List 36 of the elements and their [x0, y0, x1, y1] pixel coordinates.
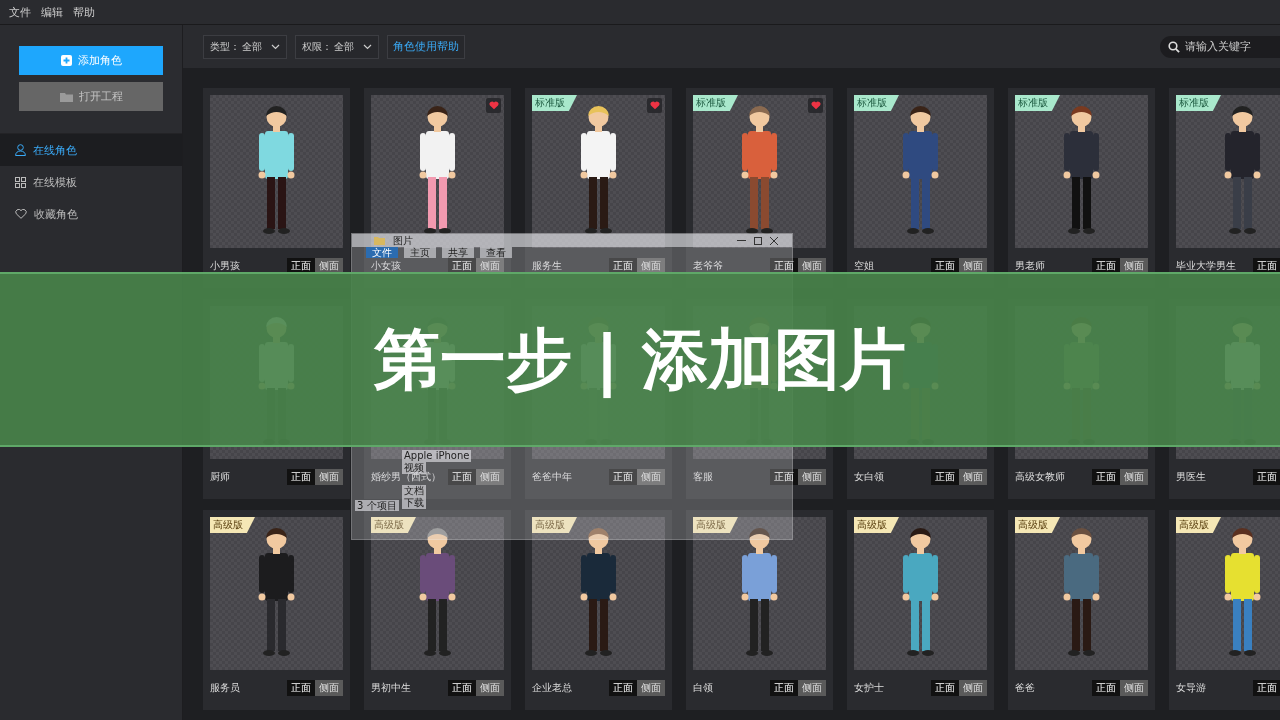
window-title: 图片: [393, 233, 413, 248]
edition-badge: 高级版: [210, 517, 255, 533]
character-name: 小男孩: [210, 259, 240, 273]
character-name: 爸爸: [1015, 681, 1035, 695]
edition-badge: 标准版: [854, 95, 899, 111]
character-name: 空姐: [854, 259, 874, 273]
character-name: 男初中生: [371, 681, 411, 695]
edition-badge: 高级版: [854, 517, 899, 533]
character-name: 白领: [693, 681, 713, 695]
character-name: 小女孩: [371, 259, 401, 273]
edition-badge: 标准版: [532, 95, 577, 111]
edition-badge: 高级版: [1015, 517, 1060, 533]
character-name: 高级女教师: [1015, 470, 1065, 484]
edition-badge: 高级版: [693, 517, 738, 533]
status-text: 3 个项目: [355, 500, 399, 511]
character-name: 服务员: [210, 681, 240, 695]
character-name: 婚纱男（西式）: [371, 471, 441, 484]
edition-badge: 标准版: [1015, 95, 1060, 111]
character-name: 客服: [693, 470, 713, 484]
character-name: 厨师: [210, 470, 230, 484]
caption-title: 第一步 | 添加图片: [373, 319, 907, 400]
character-name: 女导游: [1176, 681, 1206, 695]
character-name: 女白领: [854, 470, 884, 484]
character-name: 服务生: [532, 259, 562, 273]
character-name: 女护士: [854, 681, 884, 695]
edition-badge: 高级版: [1176, 517, 1221, 533]
edition-badge: 高级版: [532, 517, 577, 533]
edition-badge: 高级版: [371, 517, 416, 533]
character-name: 毕业大学男生: [1176, 259, 1236, 273]
edition-badge: 标准版: [693, 95, 738, 111]
character-name: 男老师: [1015, 259, 1045, 273]
character-name: 老爷爷: [693, 259, 723, 273]
character-name: 爸爸中年: [532, 470, 572, 484]
edition-badge: 标准版: [1176, 95, 1221, 111]
character-name: 企业老总: [532, 681, 572, 695]
character-name: 男医生: [1176, 470, 1206, 484]
